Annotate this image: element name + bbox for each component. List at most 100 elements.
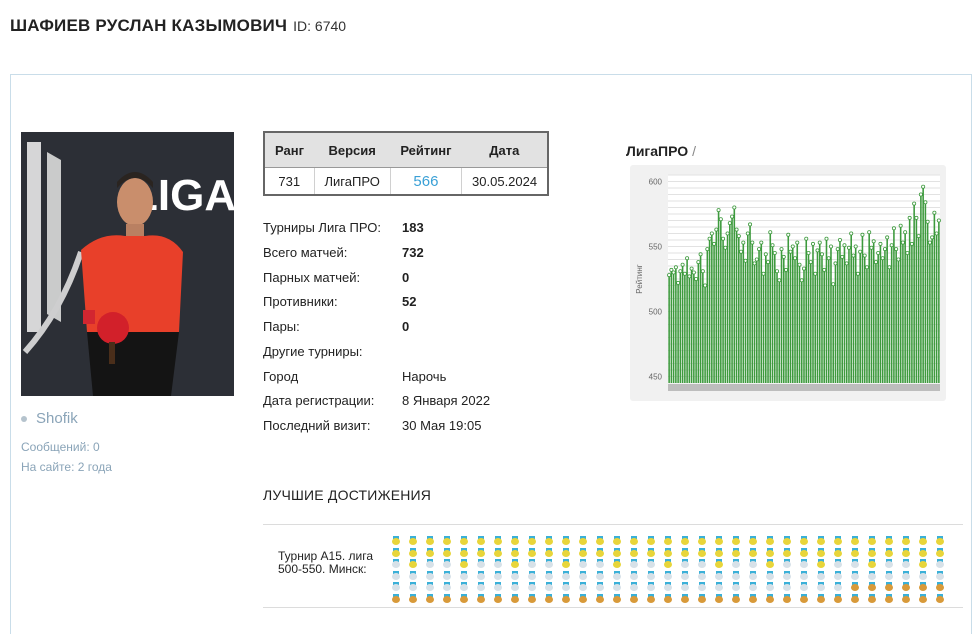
medal-gold-icon [851,547,859,557]
bar-point [694,277,699,282]
header-rating: Рейтинг [390,132,462,168]
time-on-site: На сайте: 2 года [21,460,112,474]
medal-disc [511,561,519,568]
medal-disc [613,549,621,557]
medal-disc [698,595,706,603]
medal-disc [817,538,825,545]
medal-disc [868,549,876,557]
bar-point [930,235,935,240]
bar-point [768,230,773,235]
bar [762,273,765,383]
medal-disc [885,595,893,603]
medal-disc [766,572,774,580]
rank-table-header: Ранг Версия Рейтинг Дата [264,132,549,168]
bar [672,272,675,383]
medal-disc [681,561,689,568]
medal-bronze-icon [885,593,893,603]
medal-disc [732,584,740,591]
bar-point [700,269,705,274]
bar-point [828,244,833,249]
medal-disc [630,549,638,557]
bar [726,233,729,383]
bar [677,282,679,383]
medal-disc [528,584,536,591]
medal-silver-icon [681,582,689,591]
medal-disc [409,538,417,545]
rating-chart-svg: 450 500 550 600 Рейтинг [635,174,941,391]
medal-disc [392,538,400,545]
medal-silver-icon [698,582,706,591]
bar [688,276,691,383]
bar-point [918,192,923,197]
username-link[interactable]: Shofik [21,410,78,427]
bar [913,203,915,383]
bar [827,258,830,383]
medal-disc [715,549,723,557]
medal-gold-icon [460,536,468,545]
medal-gold-icon [460,559,468,568]
bar [938,220,940,383]
medal-disc [613,595,621,603]
medal-disc [698,584,706,591]
medal-disc [409,584,417,591]
medal-disc [630,561,638,568]
bar-point [721,236,726,241]
medal-disc [545,595,553,603]
medal-bronze-icon [766,593,774,603]
medal-silver-icon [630,582,638,591]
bar [704,285,706,383]
medal-silver-icon [783,570,791,580]
player-photo: LIGA PRO [21,132,234,396]
medal-disc [664,595,672,603]
cell-rating-link[interactable]: 566 [390,167,463,195]
medal-gold-icon [596,536,604,545]
bar-point [858,249,863,254]
bar-point [826,256,831,261]
medal-silver-icon [681,570,689,580]
bar [904,232,906,383]
medal-gold-icon [647,547,655,557]
medal-disc [715,538,723,545]
bar [715,229,718,383]
medal-gold-icon [545,547,553,557]
bar [740,251,742,383]
stat-label: Противники: [263,294,338,309]
bar [764,254,767,383]
stat-value: 30 Мая 19:05 [402,418,482,433]
y-axis-label: Рейтинг [635,264,644,293]
medal-silver-icon [766,582,774,591]
medal-disc [800,572,808,580]
medal-disc [681,595,689,603]
medal-silver-icon [477,570,485,580]
stat-label: Турниры Лига ПРО: [263,220,381,235]
medal-bronze-icon [630,593,638,603]
stat-row: Парных матчей: 0 [263,270,563,288]
stat-row: Противники: 52 [263,294,563,312]
bar [818,242,821,383]
stat-value: 0 [402,270,410,285]
stat-value: 0 [402,319,410,334]
medal-disc [834,572,842,580]
medal-disc [477,584,485,591]
bar [922,186,924,383]
medal-bronze-icon [511,593,519,603]
medal-disc [596,595,604,603]
medal-gold-icon [817,559,825,568]
medal-disc [460,561,468,568]
medal-gold-icon [443,536,451,545]
medal-disc [834,584,842,591]
bar-point [894,247,899,252]
medal-silver-icon [936,559,944,568]
stat-value: 183 [402,220,424,235]
cell-date: 30.05.2024 [472,173,538,189]
medal-bronze-icon [800,593,808,603]
bar [881,258,884,383]
medal-disc [664,584,672,591]
medal-bronze-icon [919,582,927,591]
medal-gold-icon [936,547,944,557]
bar [735,229,738,383]
medal-disc [817,584,825,591]
medal-silver-icon [443,559,451,568]
medal-disc [426,595,434,603]
medal-disc [477,572,485,580]
